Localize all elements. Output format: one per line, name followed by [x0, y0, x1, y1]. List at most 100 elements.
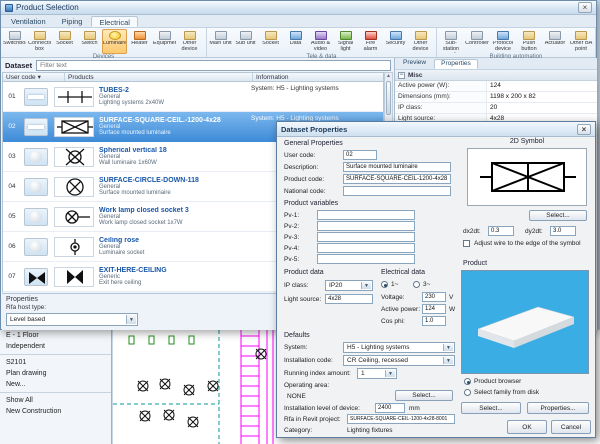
luminaire-3d-preview	[462, 271, 588, 373]
adjust-wire-label: Adjust wire to the edge of the symbol	[474, 240, 581, 247]
dx-field[interactable]: 0.3	[488, 226, 514, 236]
ribbon-item-main-unit[interactable]: Main unit	[208, 29, 233, 54]
active-power-field[interactable]: 124	[422, 304, 446, 314]
ribbon-item-heater[interactable]: Heater	[127, 29, 152, 54]
tab-electrical[interactable]: Electrical	[91, 16, 137, 27]
tab-preview[interactable]: Preview	[397, 59, 432, 69]
cos-phi-field[interactable]: 1.0	[422, 316, 446, 326]
pv1-field[interactable]	[317, 210, 415, 220]
column-header-user-code[interactable]: User code▾	[3, 73, 65, 81]
ribbon-item-connection-box[interactable]: Connection box	[27, 29, 52, 54]
pv3-field[interactable]	[317, 232, 415, 242]
dialog-titlebar[interactable]: Dataset Properties ×	[277, 122, 595, 137]
operating-area-select-button[interactable]: Select...	[395, 390, 453, 401]
property-row: Active power (W):124	[395, 81, 597, 92]
tab-properties[interactable]: Properties	[434, 59, 478, 69]
ribbon-item-push-button[interactable]: Push button	[516, 29, 542, 54]
product-description: Lighting systems 2x40W	[99, 100, 251, 106]
ribbon-item-data[interactable]: Data	[283, 29, 308, 54]
user-code-field[interactable]: 02	[343, 150, 377, 160]
single-phase-radio[interactable]	[381, 281, 388, 288]
dy-field[interactable]: 3.0	[550, 226, 576, 236]
ribbon-item-protocol-device[interactable]: Protocol device	[490, 29, 516, 54]
ribbon-item-equipment[interactable]: Equipment	[152, 29, 177, 54]
scroll-up-icon[interactable]: ▲	[385, 73, 392, 80]
national-code-field[interactable]	[343, 186, 451, 196]
installation-level-unit: mm	[409, 405, 420, 412]
tree-item-show-all[interactable]: Show All	[0, 395, 111, 406]
ribbon-item-switchboard[interactable]: Switchboard	[2, 29, 27, 54]
product-select-button[interactable]: Select...	[461, 402, 521, 414]
dx-label: dx2dt:	[463, 228, 481, 235]
collapse-icon[interactable]: −	[398, 72, 405, 79]
pv2-field[interactable]	[317, 221, 415, 231]
ribbon-item-luminaire[interactable]: Luminaire	[102, 29, 127, 54]
scrollbar-thumb[interactable]	[386, 81, 391, 115]
ribbon-item-actuator[interactable]: Actuator	[542, 29, 568, 54]
ribbon-item-controller[interactable]: Controller	[464, 29, 490, 54]
product-description: Surface mounted luminaire	[99, 190, 251, 196]
ribbon-item-sub-station-router[interactable]: Sub-station and router	[438, 29, 464, 54]
ribbon-item-signal-light[interactable]: Signal light	[333, 29, 358, 54]
pv4-field[interactable]	[317, 243, 415, 253]
product-code-field[interactable]: SURFACE-SQUARE-CEIL-1200-4x28	[343, 174, 451, 184]
tree-item-independent[interactable]: Independent	[0, 341, 111, 352]
ribbon-item-other-device-teledata[interactable]: Other device	[408, 29, 433, 54]
rfa-in-project-field[interactable]: SURFACE-SQUARE-CEIL-1200-4x28-8001	[347, 414, 455, 424]
cancel-button[interactable]: Cancel	[551, 420, 591, 434]
installation-code-label: Installation code:	[284, 357, 333, 364]
main-unit-icon	[215, 31, 227, 40]
ribbon-item-label: Switch	[78, 41, 101, 53]
category-label: Category:	[284, 427, 312, 434]
tree-item-s2101[interactable]: S2101	[0, 357, 111, 368]
running-index-select[interactable]: 1 ▼	[357, 368, 397, 379]
ribbon-item-other-device-devices[interactable]: Other device	[177, 29, 202, 54]
tree-item-new[interactable]: New...	[0, 379, 111, 390]
ribbon-item-label: Actuator	[543, 41, 567, 53]
three-phase-radio[interactable]	[413, 281, 420, 288]
ip-class-select[interactable]: IP20 ▼	[325, 280, 373, 291]
ribbon-item-fire-alarm[interactable]: Fire alarm	[358, 29, 383, 54]
property-group-misc[interactable]: − Misc	[395, 70, 597, 81]
window-close-button[interactable]: ×	[578, 2, 592, 13]
table-row[interactable]: 01 TUBES-2 General Lighting systems 2x40…	[3, 82, 383, 112]
system-select[interactable]: H5 - Lighting systems ▼	[343, 342, 455, 353]
ribbon-item-other-ba-point[interactable]: Other BA point	[568, 29, 594, 54]
tree-item-new-construction[interactable]: New Construction	[0, 406, 111, 417]
chevron-down-icon: ▼	[443, 357, 453, 364]
ribbon-item-label: Switchboard	[3, 41, 26, 53]
product-browser-radio[interactable]	[464, 378, 471, 385]
tab-piping[interactable]: Piping	[55, 16, 90, 27]
installation-code-select[interactable]: CR Ceiling, recessed ▼	[343, 355, 455, 366]
ribbon-item-security[interactable]: Security	[383, 29, 408, 54]
light-source-label: Light source:	[284, 296, 321, 303]
dialog-close-button[interactable]: ×	[577, 124, 591, 135]
description-field[interactable]: Surface mounted luminaire	[343, 162, 451, 172]
tab-ventilation[interactable]: Ventilation	[4, 16, 53, 27]
filter-input[interactable]	[36, 60, 391, 71]
tree-item-plan-drawing[interactable]: Plan drawing	[0, 368, 111, 379]
ribbon-item-label: Equipment	[153, 41, 176, 53]
ribbon-item-socket-devices[interactable]: Socket	[52, 29, 77, 54]
ribbon-item-audio-video[interactable]: Audio & video	[308, 29, 333, 54]
light-source-field[interactable]: 4x28	[325, 294, 373, 304]
product-properties-button[interactable]: Properties...	[527, 402, 589, 414]
wall-luminaire-symbol-icon	[54, 147, 94, 167]
window-titlebar[interactable]: Product Selection ×	[1, 1, 596, 15]
pv5-field[interactable]	[317, 254, 415, 264]
column-header-information[interactable]: Information	[253, 73, 383, 81]
tree-item-floor[interactable]: E - 1 Floor	[0, 330, 111, 341]
installation-level-field[interactable]: 2400	[375, 403, 405, 413]
ribbon-item-socket-teledata[interactable]: Socket	[258, 29, 283, 54]
adjust-wire-checkbox[interactable]	[463, 240, 470, 247]
voltage-field[interactable]: 230	[422, 292, 446, 302]
ribbon-item-switch[interactable]: Switch	[77, 29, 102, 54]
symbol-select-button[interactable]: Select...	[529, 210, 587, 221]
rfa-host-type-select[interactable]: Level based ▼	[6, 313, 138, 326]
ribbon-item-sub-unit[interactable]: Sub unit	[233, 29, 258, 54]
product-name: Spherical vertical 18	[99, 147, 251, 154]
ok-button[interactable]: OK	[507, 420, 547, 434]
select-family-radio[interactable]	[464, 389, 471, 396]
ribbon-item-label: Security	[384, 41, 407, 53]
column-header-products[interactable]: Products	[65, 73, 253, 81]
